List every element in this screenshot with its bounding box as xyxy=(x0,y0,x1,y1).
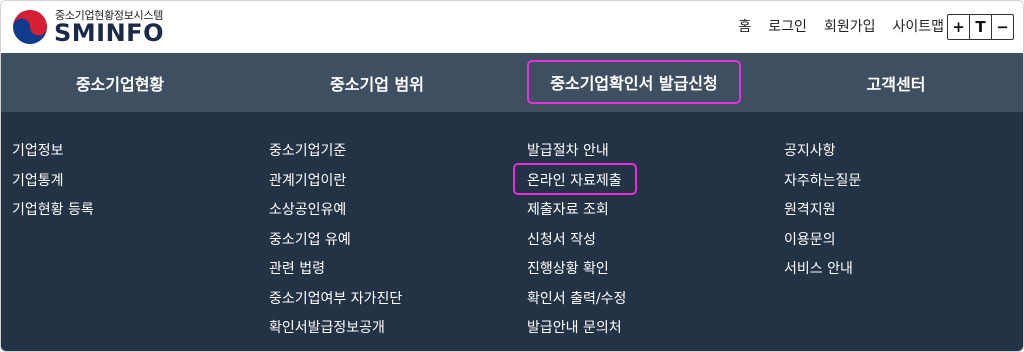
utility-links: 홈 로그인 회원가입 사이트맵 xyxy=(738,16,944,36)
font-reset-button[interactable]: T xyxy=(969,15,991,39)
main-nav: 중소기업현황 중소기업 범위 중소기업확인서 발급신청 고객센터 xyxy=(1,53,1023,112)
taegeuk-logo-icon xyxy=(13,10,47,44)
menu-item[interactable]: 신청서 작성 xyxy=(527,229,626,259)
menu-item[interactable]: 중소기업여부 자가진단 xyxy=(269,288,402,318)
signup-link[interactable]: 회원가입 xyxy=(824,16,876,36)
menu-item[interactable]: 기업정보 xyxy=(12,140,94,170)
site-header: 중소기업현황정보시스템 SMINFO 홈 로그인 회원가입 사이트맵 + T − xyxy=(1,1,1023,53)
mega-menu: 기업정보 기업통계 기업현황 등록 중소기업기준 관계기업이란 소상공인유예 중… xyxy=(1,112,1023,351)
menu-item[interactable]: 소상공인유예 xyxy=(269,199,402,229)
menu-item[interactable]: 공지사항 xyxy=(784,140,861,170)
menu-item[interactable]: 중소기업 유예 xyxy=(269,229,402,259)
menu-item[interactable]: 관계기업이란 xyxy=(269,170,402,200)
online-submission-highlight xyxy=(513,163,637,195)
menu-item[interactable]: 중소기업기준 xyxy=(269,140,402,170)
site-logo[interactable]: SMINFO xyxy=(54,19,164,47)
menu-item[interactable]: 기업통계 xyxy=(12,170,94,200)
nav-certificate-application[interactable]: 중소기업확인서 발급신청 xyxy=(527,60,741,104)
menu-item[interactable]: 원격지원 xyxy=(784,199,861,229)
menu-column-sme-scope: 중소기업기준 관계기업이란 소상공인유예 중소기업 유예 관련 법령 중소기업여… xyxy=(269,140,402,347)
menu-item[interactable]: 제출자료 조회 xyxy=(527,199,626,229)
menu-item[interactable]: 발급안내 문의처 xyxy=(527,317,626,347)
nav-customer-center[interactable]: 고객센터 xyxy=(769,53,1023,112)
sitemap-link[interactable]: 사이트맵 xyxy=(892,16,944,36)
login-link[interactable]: 로그인 xyxy=(768,16,807,36)
nav-company-status[interactable]: 중소기업현황 xyxy=(1,53,239,112)
menu-column-customer-center: 공지사항 자주하는질문 원격지원 이용문의 서비스 안내 xyxy=(784,140,861,288)
nav-sme-scope[interactable]: 중소기업 범위 xyxy=(239,53,515,112)
font-increase-button[interactable]: + xyxy=(948,15,969,39)
menu-item[interactable]: 자주하는질문 xyxy=(784,170,861,200)
menu-item[interactable]: 서비스 안내 xyxy=(784,258,861,288)
menu-item[interactable]: 관련 법령 xyxy=(269,258,402,288)
menu-item[interactable]: 확인서발급정보공개 xyxy=(269,317,402,347)
font-size-controls: + T − xyxy=(947,14,1014,40)
font-decrease-button[interactable]: − xyxy=(991,15,1013,39)
home-link[interactable]: 홈 xyxy=(738,16,751,36)
menu-item[interactable]: 진행상황 확인 xyxy=(527,258,626,288)
menu-item[interactable]: 기업현황 등록 xyxy=(12,199,94,229)
page-frame: 중소기업현황정보시스템 SMINFO 홈 로그인 회원가입 사이트맵 + T −… xyxy=(0,0,1024,352)
menu-column-company-status: 기업정보 기업통계 기업현황 등록 xyxy=(12,140,94,229)
menu-item[interactable]: 확인서 출력/수정 xyxy=(527,288,626,318)
menu-item[interactable]: 이용문의 xyxy=(784,229,861,259)
